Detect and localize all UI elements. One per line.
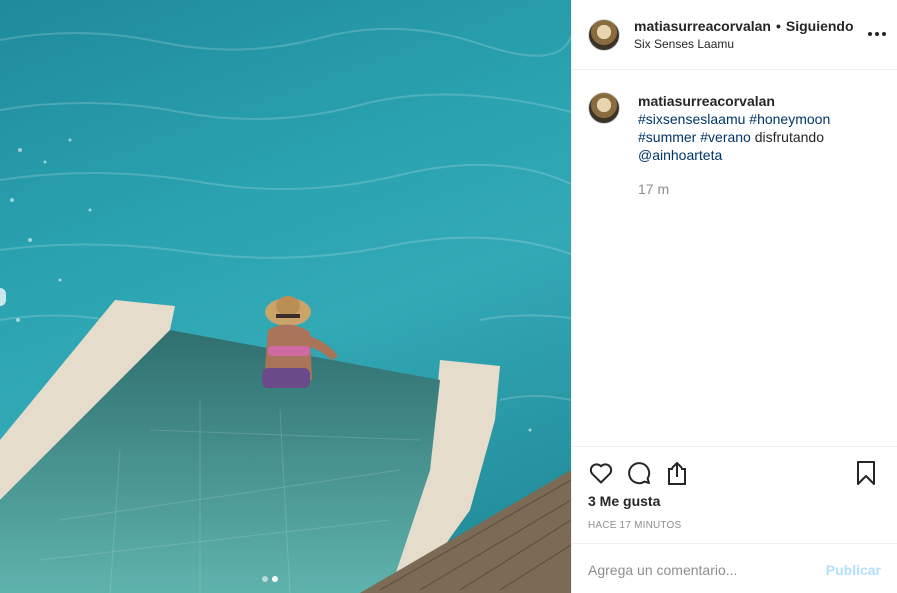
caption-body-text: disfrutando [754,129,825,145]
comment-input[interactable] [588,561,826,578]
comment-bubble-icon[interactable] [626,460,652,486]
share-icon[interactable] [664,460,690,486]
avatar[interactable] [588,18,620,51]
caption-text: matiasurreacorvalan #sixsenseslaamu #hon… [638,92,881,164]
header-username-link[interactable]: matiasurreacorvalan [634,18,771,34]
hashtag-link[interactable]: #verano [700,129,751,145]
carousel-dot-active [272,576,278,582]
heart-icon[interactable] [588,460,614,486]
avatar[interactable] [588,92,620,124]
carousel-dot [262,576,268,582]
comment-form: Publicar [572,543,897,593]
location-link[interactable]: Six Senses Laamu [634,37,854,51]
caption-time: 17 m [638,181,670,197]
post-photo[interactable] [0,0,571,593]
bookmark-icon[interactable] [853,460,879,486]
pool-scene-image [0,27,571,593]
caption-username-link[interactable]: matiasurreacorvalan [638,93,775,109]
carousel-indicator [262,576,278,582]
post-comment-button[interactable]: Publicar [826,562,881,578]
hashtag-link[interactable]: #sixsenseslaamu [638,111,745,127]
mention-link[interactable]: @ainhoarteta [638,147,722,163]
post-side-panel: matiasurreacorvalan • Siguiendo Six Sens… [571,0,897,593]
post-actions: 3 Me gusta HACE 17 MINUTOS Publicar [572,446,897,593]
hashtag-link[interactable]: #honeymoon [749,111,830,127]
caption: matiasurreacorvalan #sixsenseslaamu #hon… [572,70,897,198]
follow-status-button[interactable]: Siguiendo [786,18,854,34]
hashtag-link[interactable]: #summer [638,129,696,145]
more-options-icon[interactable] [865,22,889,46]
post-header: matiasurreacorvalan • Siguiendo Six Sens… [572,0,897,70]
separator-dot: • [775,18,781,34]
post-timestamp: HACE 17 MINUTOS [588,520,682,531]
